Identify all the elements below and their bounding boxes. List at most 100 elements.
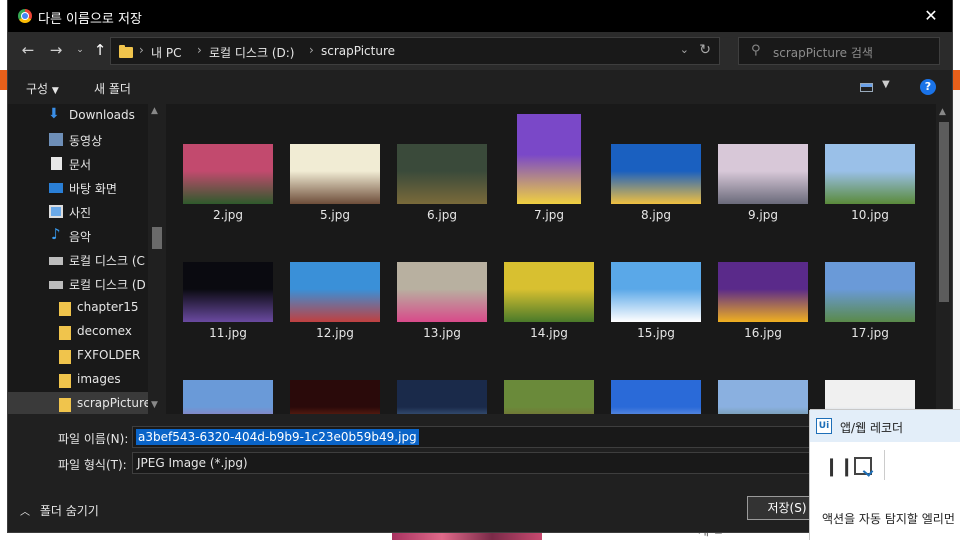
file-item[interactable]: 8.jpg xyxy=(602,104,710,222)
sidebar-item-desktop[interactable]: 바탕 화면 xyxy=(8,176,148,200)
file-item[interactable] xyxy=(495,340,603,414)
sidebar-item-images[interactable]: images xyxy=(8,368,148,392)
scroll-down-icon[interactable]: ▼ xyxy=(151,400,158,410)
image-thumbnail xyxy=(611,380,701,414)
search-box[interactable]: ⚲ scrapPicture 검색 xyxy=(738,37,940,65)
file-item[interactable]: 13.jpg xyxy=(388,222,496,340)
recorder-title: 앱/웹 레코더 xyxy=(840,421,904,435)
back-arrow-icon[interactable]: ← xyxy=(18,40,38,60)
drive-icon xyxy=(49,281,63,289)
toolbar-divider xyxy=(884,450,885,480)
sidebar-item-label: 사진 xyxy=(69,206,92,220)
sidebar-item-label: 바탕 화면 xyxy=(69,182,117,196)
save-recording-icon[interactable] xyxy=(854,457,872,475)
filetype-value: JPEG Image (*.jpg) xyxy=(137,456,248,470)
music-icon: ♪ xyxy=(51,225,61,243)
drive-icon xyxy=(49,257,63,265)
forward-arrow-icon[interactable]: → xyxy=(46,40,66,60)
image-thumbnail xyxy=(290,262,380,322)
hide-folders-button[interactable]: ︿ 폴더 숨기기 xyxy=(20,502,99,519)
sidebar-scrollbar[interactable]: ▲ ▼ xyxy=(148,104,166,414)
recorder-panel: Ui 앱/웹 레코더 ❙❙ 액션을 자동 탐지할 엘리먼 xyxy=(810,410,960,540)
up-arrow-icon[interactable]: ↑ xyxy=(90,40,110,60)
sidebar-item-decomex[interactable]: decomex xyxy=(8,320,148,344)
image-thumbnail xyxy=(183,380,273,414)
content-scrollbar[interactable]: ▲ xyxy=(936,104,952,414)
organize-button[interactable]: 구성 ▼ xyxy=(26,80,59,97)
image-thumbnail xyxy=(718,380,808,414)
file-name: 17.jpg xyxy=(851,326,889,340)
sidebar-item-scrappicture[interactable]: scrapPicture xyxy=(8,392,151,414)
close-button[interactable]: ✕ xyxy=(916,4,946,28)
file-name: 10.jpg xyxy=(851,208,889,222)
file-item[interactable] xyxy=(388,340,496,414)
file-name: 14.jpg xyxy=(530,326,568,340)
file-item[interactable]: 10.jpg xyxy=(816,104,924,222)
file-name: 8.jpg xyxy=(640,208,672,222)
breadcrumb-scrappicture[interactable]: scrapPicture xyxy=(321,44,395,58)
filetype-label: 파일 형식(T): xyxy=(58,458,127,472)
sidebar-item-pictures[interactable]: 사진 xyxy=(8,200,148,224)
image-thumbnail xyxy=(718,262,808,322)
document-icon xyxy=(51,157,62,170)
breadcrumb-drive-d[interactable]: 로컬 디스크 (D:) xyxy=(209,44,294,61)
file-item[interactable]: 14.jpg xyxy=(495,222,603,340)
sidebar-item-music[interactable]: ♪ 음악 xyxy=(8,224,148,248)
view-options-icon[interactable] xyxy=(860,83,873,92)
image-thumbnail xyxy=(825,144,915,204)
file-item[interactable]: 16.jpg xyxy=(709,222,817,340)
navigation-pane: ⬇ Downloads 동영상 문서 바탕 화면 사진 ♪ 음악 로컬 디스크 … xyxy=(8,104,166,414)
refresh-icon[interactable]: ↻ xyxy=(699,42,711,58)
sidebar-item-drive-d[interactable]: 로컬 디스크 (D xyxy=(8,272,148,296)
title-bar: 다른 이름으로 저장 ✕ xyxy=(8,0,952,32)
sidebar-item-label: 로컬 디스크 (C xyxy=(69,254,145,268)
file-item[interactable]: 9.jpg xyxy=(709,104,817,222)
breadcrumb-this-pc[interactable]: 내 PC xyxy=(151,44,181,61)
sidebar-scrollbar-thumb[interactable] xyxy=(152,227,162,249)
file-name: 15.jpg xyxy=(637,326,675,340)
file-item[interactable]: 12.jpg xyxy=(281,222,389,340)
sidebar-item-label: 동영상 xyxy=(69,134,103,148)
file-item[interactable] xyxy=(602,340,710,414)
image-thumbnail xyxy=(718,144,808,204)
file-item[interactable]: 5.jpg xyxy=(281,104,389,222)
file-item[interactable]: 11.jpg xyxy=(174,222,282,340)
file-item[interactable]: 17.jpg xyxy=(816,222,924,340)
sidebar-item-downloads[interactable]: ⬇ Downloads xyxy=(8,104,148,128)
image-thumbnail xyxy=(517,114,581,204)
image-thumbnail xyxy=(611,262,701,322)
file-item[interactable] xyxy=(816,340,924,414)
file-item[interactable] xyxy=(174,340,282,414)
sidebar-item-label: Downloads xyxy=(69,108,135,122)
image-thumbnail xyxy=(397,144,487,204)
content-scrollbar-thumb[interactable] xyxy=(939,122,949,302)
address-dropdown-chevron-icon[interactable]: ⌄ xyxy=(680,43,689,56)
sidebar-item-label: images xyxy=(77,372,121,386)
scroll-up-icon[interactable]: ▲ xyxy=(151,106,158,116)
pause-icon[interactable]: ❙❙ xyxy=(824,456,854,477)
scroll-up-icon[interactable]: ▲ xyxy=(939,107,946,117)
sidebar-item-fxfolder[interactable]: FXFOLDER xyxy=(8,344,148,368)
file-name: 5.jpg xyxy=(319,208,351,222)
file-item[interactable]: 6.jpg xyxy=(388,104,496,222)
view-dropdown-icon[interactable]: ▼ xyxy=(882,79,890,90)
new-folder-button[interactable]: 새 폴더 xyxy=(94,80,131,97)
file-name: 2.jpg xyxy=(212,208,244,222)
image-thumbnail xyxy=(183,262,273,322)
image-thumbnail xyxy=(825,262,915,322)
help-icon[interactable]: ? xyxy=(920,79,936,95)
folder-icon xyxy=(59,398,71,412)
breadcrumb-separator: › xyxy=(139,43,144,57)
sidebar-item-videos[interactable]: 동영상 xyxy=(8,128,148,152)
sidebar-item-documents[interactable]: 문서 xyxy=(8,152,148,176)
file-item[interactable]: 15.jpg xyxy=(602,222,710,340)
address-bar[interactable]: › 내 PC › 로컬 디스크 (D:) › scrapPicture ⌄ ↻ xyxy=(110,37,720,65)
file-item[interactable] xyxy=(281,340,389,414)
file-item[interactable]: 7.jpg xyxy=(495,104,603,222)
file-item[interactable]: 2.jpg xyxy=(174,104,282,222)
sidebar-item-chapter15[interactable]: chapter15 xyxy=(8,296,148,320)
file-item[interactable] xyxy=(709,340,817,414)
file-name: 11.jpg xyxy=(209,326,247,340)
sidebar-item-drive-c[interactable]: 로컬 디스크 (C xyxy=(8,248,148,272)
recent-locations-chevron-icon[interactable]: ⌄ xyxy=(70,40,90,60)
